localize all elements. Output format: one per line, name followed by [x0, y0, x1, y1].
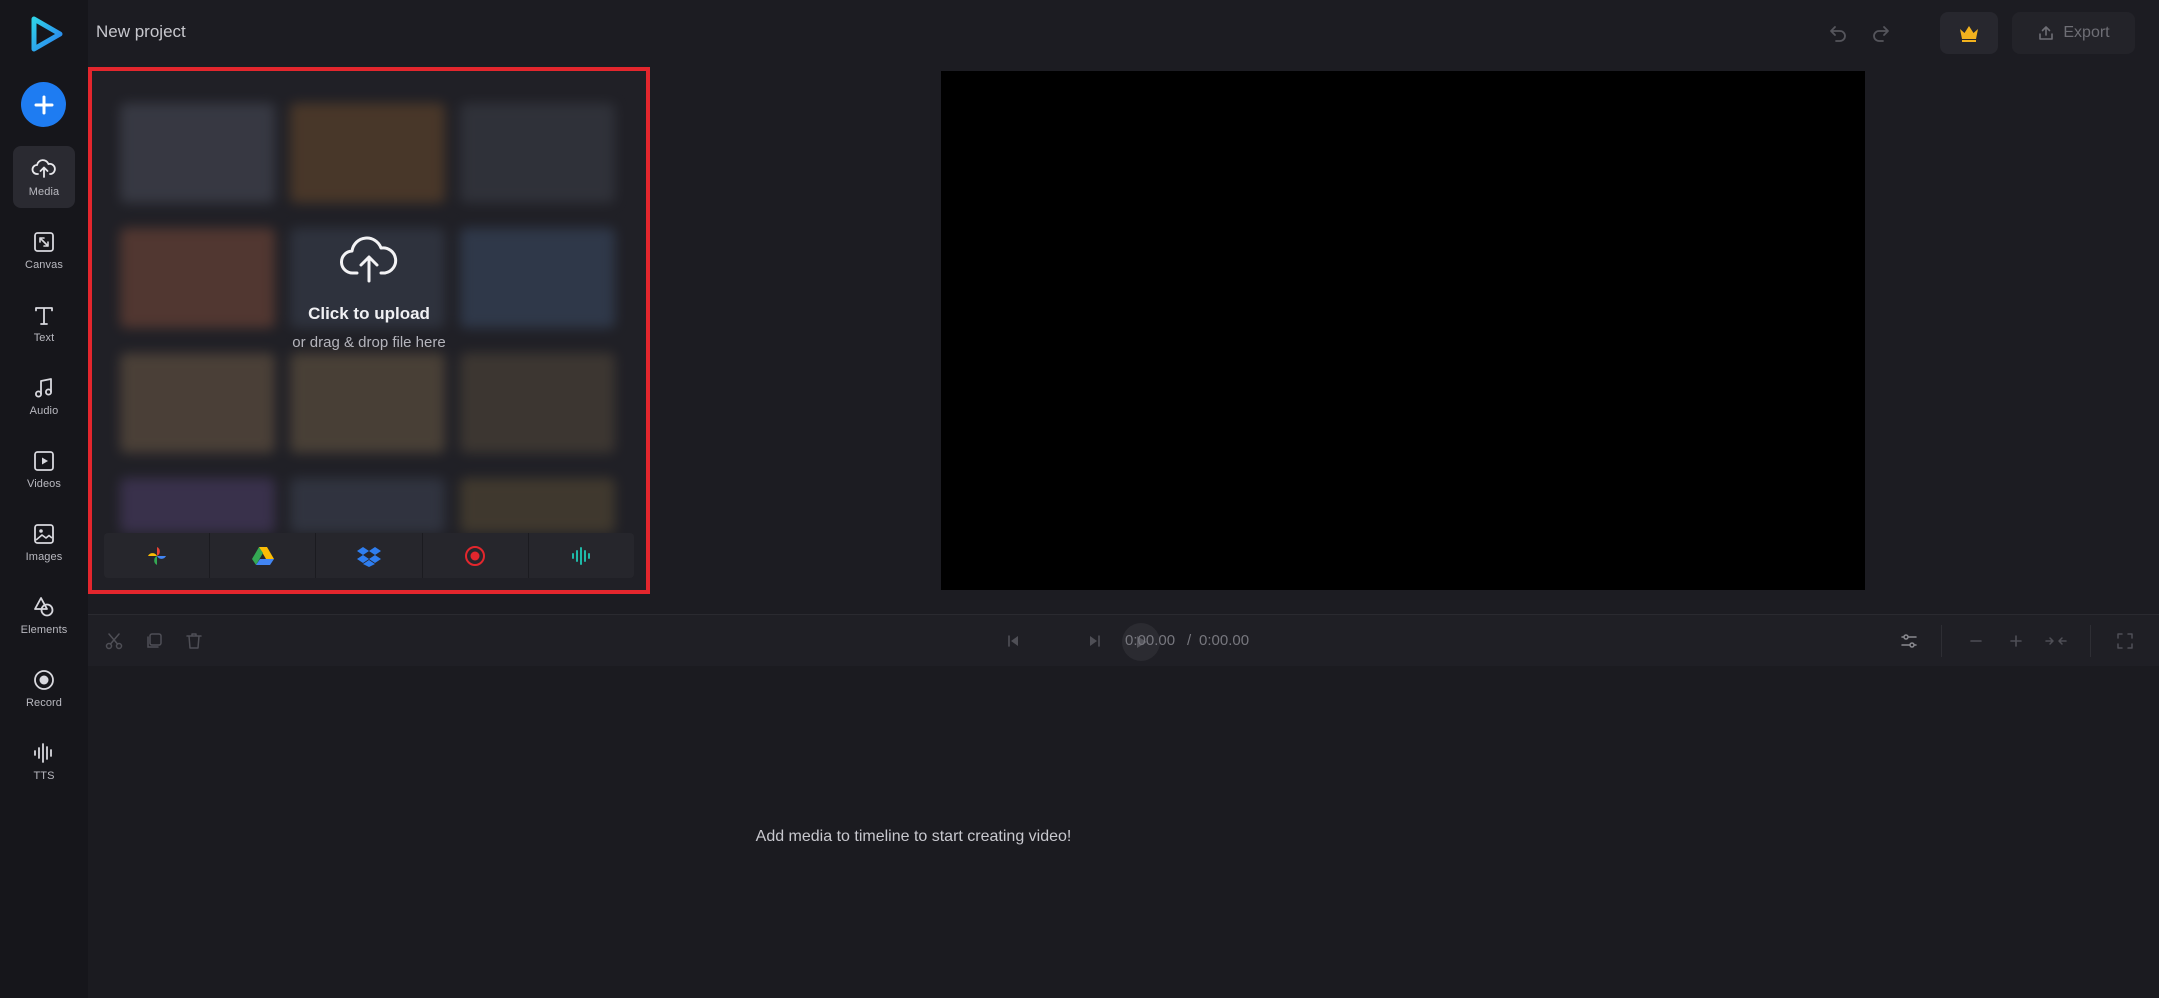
current-time: 0:00.00 — [1125, 632, 1176, 649]
skip-back-button[interactable] — [1000, 628, 1026, 654]
total-time: 0:00.00 — [1199, 632, 1250, 649]
sidebar-item-label: Audio — [29, 405, 59, 417]
dropbox-button[interactable] — [316, 533, 423, 578]
thumbnail — [120, 353, 275, 453]
redo-icon — [1873, 26, 1889, 42]
app-logo-icon[interactable] — [26, 14, 66, 54]
tts-icon — [572, 546, 591, 565]
skip-forward-icon — [1090, 635, 1100, 647]
timeline-settings-button[interactable] — [1896, 628, 1922, 654]
text-icon — [35, 307, 53, 325]
timeline-empty-message: Add media to timeline to start creating … — [755, 828, 1072, 845]
sidebar-item-canvas[interactable]: Canvas — [13, 219, 75, 281]
zoom-out-button[interactable] — [1963, 628, 1989, 654]
export-icon — [2039, 26, 2054, 40]
scissors-icon — [105, 633, 123, 650]
thumbnail — [290, 478, 445, 533]
sidebar-item-text[interactable]: Text — [13, 292, 75, 354]
canvas-resize-icon — [34, 232, 54, 252]
skip-forward-button[interactable] — [1082, 628, 1108, 654]
thumbnail — [460, 103, 615, 203]
video-preview-canvas[interactable] — [941, 71, 1865, 590]
dropbox-icon — [357, 546, 381, 567]
sidebar-item-tts[interactable]: TTS — [13, 730, 75, 792]
export-button[interactable]: Export — [2012, 12, 2135, 54]
thumbnail — [120, 478, 275, 533]
delete-button[interactable] — [181, 628, 207, 654]
minus-icon — [1970, 640, 1982, 642]
media-panel: Click to upload or drag & drop file here — [88, 67, 650, 594]
record-camera-icon — [465, 545, 486, 566]
thumbnail — [120, 103, 275, 203]
sidebar-item-label: Text — [33, 332, 55, 344]
project-title[interactable]: New project — [96, 22, 186, 42]
google-drive-icon — [251, 546, 274, 565]
sidebar-item-label: Record — [25, 697, 63, 709]
upload-title: Click to upload — [308, 304, 430, 323]
record-icon — [34, 670, 54, 690]
upload-dropzone[interactable]: Click to upload or drag & drop file here — [92, 231, 646, 351]
google-photos-button[interactable] — [104, 533, 211, 578]
sliders-icon — [1901, 634, 1917, 648]
tts-source-button[interactable] — [529, 533, 634, 578]
undo-button[interactable] — [1823, 18, 1853, 48]
fullscreen-icon — [2117, 633, 2133, 649]
video-play-icon — [34, 451, 54, 471]
google-drive-button[interactable] — [210, 533, 317, 578]
timeline-track-area[interactable]: Add media to timeline to start creating … — [88, 666, 2159, 998]
thumbnail — [460, 478, 615, 533]
record-camera-button[interactable] — [423, 533, 529, 578]
cloud-upload-icon — [31, 159, 56, 178]
thumbnail — [290, 353, 445, 453]
duplicate-button[interactable] — [141, 628, 167, 654]
trash-icon — [186, 633, 202, 649]
skip-back-icon — [1008, 635, 1018, 647]
cloud-upload-icon — [340, 236, 398, 283]
toolbar-divider — [2090, 625, 2091, 657]
zoom-in-button[interactable] — [2003, 628, 2029, 654]
fullscreen-button[interactable] — [2112, 628, 2138, 654]
thumbnail — [290, 103, 445, 203]
sidebar-item-label: Elements — [20, 624, 68, 636]
toolbar-divider — [1941, 625, 1942, 657]
shapes-icon — [34, 597, 54, 617]
fit-timeline-button[interactable] — [2043, 628, 2069, 654]
sidebar-item-label: Videos — [26, 478, 62, 490]
music-note-icon — [35, 378, 52, 398]
thumbnail — [460, 353, 615, 453]
sidebar-item-label: Media — [28, 186, 60, 198]
add-button[interactable] — [21, 82, 66, 127]
undo-icon — [1830, 26, 1846, 42]
sidebar-item-images[interactable]: Images — [13, 511, 75, 573]
sidebar-item-elements[interactable]: Elements — [13, 584, 75, 646]
plus-icon — [34, 95, 53, 114]
sidebar-item-record[interactable]: Record — [13, 657, 75, 719]
sidebar-item-videos[interactable]: Videos — [13, 438, 75, 500]
fit-width-icon — [2045, 637, 2067, 645]
sidebar-item-label: Images — [25, 551, 63, 563]
timeline-toolbar: 0:00.00 / 0:00.00 — [88, 614, 2159, 666]
split-button[interactable] — [101, 628, 127, 654]
export-label: Export — [2063, 24, 2110, 41]
sidebar-item-label: TTS — [33, 770, 55, 782]
soundwave-icon — [34, 743, 52, 763]
google-photos-icon — [147, 546, 166, 565]
crown-icon — [1960, 26, 1978, 42]
upload-source-bar — [104, 533, 634, 578]
upgrade-button[interactable] — [1940, 12, 1998, 54]
upload-subtitle: or drag & drop file here — [292, 334, 446, 351]
image-icon — [34, 524, 54, 544]
sidebar-item-label: Canvas — [25, 259, 63, 271]
sidebar-item-media[interactable]: Media — [13, 146, 75, 208]
time-separator: / — [1187, 632, 1192, 649]
plus-icon — [2010, 635, 2022, 647]
sidebar-item-audio[interactable]: Audio — [13, 365, 75, 427]
duplicate-icon — [147, 633, 162, 648]
redo-button[interactable] — [1866, 18, 1896, 48]
sidebar: Media Canvas Text Audio Videos Images El… — [0, 0, 88, 998]
